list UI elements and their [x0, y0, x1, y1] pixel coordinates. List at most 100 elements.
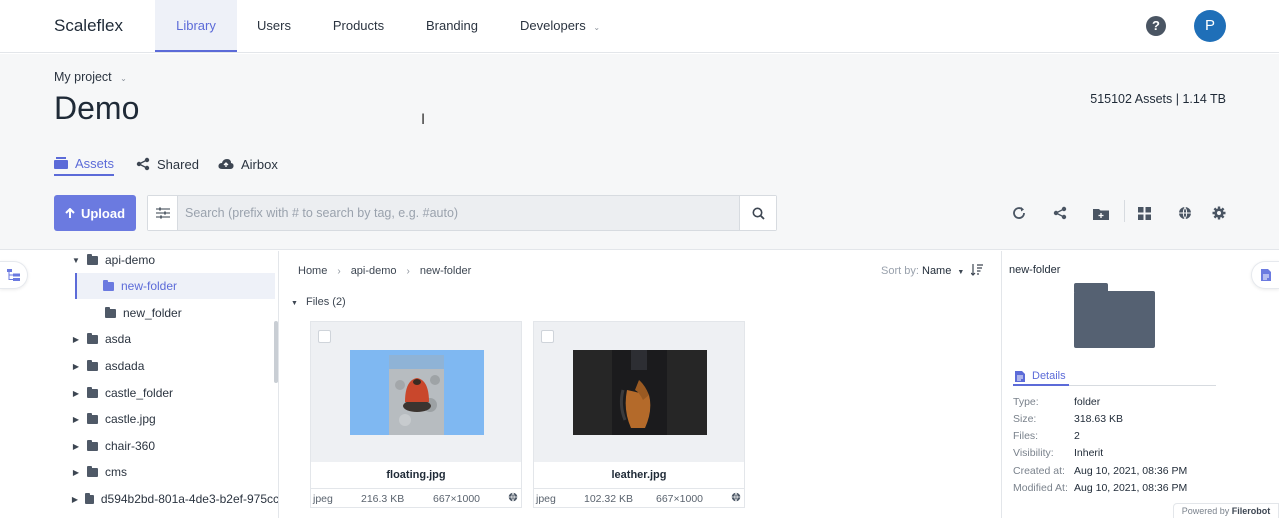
upload-arrow-icon: [65, 207, 75, 218]
asset-stats: 515102 Assets | 1.14 TB: [1090, 92, 1226, 106]
tree-item-label: cms: [105, 465, 127, 479]
file-thumbnail: [311, 322, 521, 462]
share-icon[interactable]: [1052, 205, 1068, 221]
details-toggle-icon[interactable]: [1251, 261, 1279, 289]
files-section-header[interactable]: ▼ Files (2): [291, 296, 346, 308]
tab-details-label: Details: [1032, 370, 1066, 382]
prop-type-label: Type:: [1013, 396, 1039, 408]
upload-button[interactable]: Upload: [54, 195, 136, 231]
powered-by-prefix: Powered by: [1181, 506, 1230, 516]
file-card[interactable]: leather.jpg jpeg 102.32 KB 667×1000: [533, 321, 745, 508]
breadcrumb-api-demo[interactable]: api-demo: [351, 265, 397, 277]
nav-tab-users[interactable]: Users: [244, 0, 304, 52]
nav-tab-developers[interactable]: Developers ⌄: [508, 0, 608, 52]
tree-item-castle-folder[interactable]: ▶ castle_folder: [33, 380, 275, 406]
folder-icon: [87, 439, 98, 451]
nav-tab-branding[interactable]: Branding: [414, 0, 490, 52]
file-size: 102.32 KB: [584, 493, 634, 505]
tree-toggle-icon[interactable]: [0, 261, 28, 289]
help-icon[interactable]: ?: [1146, 16, 1166, 36]
caret-right-icon[interactable]: ▶: [71, 442, 81, 451]
prop-modified-value: Aug 10, 2021, 08:36 PM: [1074, 482, 1188, 494]
select-checkbox[interactable]: [318, 330, 331, 343]
caret-right-icon[interactable]: ▶: [71, 495, 79, 504]
globe-icon[interactable]: [731, 492, 741, 505]
settings-icon[interactable]: [1211, 205, 1227, 221]
tree-item-new_folder[interactable]: new_folder: [33, 300, 275, 326]
subtab-assets[interactable]: Assets: [54, 152, 115, 176]
breadcrumb-new-folder[interactable]: new-folder: [420, 265, 471, 277]
subtab-shared[interactable]: Shared: [136, 152, 199, 176]
powered-by-brand: Filerobot: [1231, 506, 1271, 516]
file-meta: jpeg 102.32 KB 667×1000: [534, 488, 744, 508]
subtab-airbox[interactable]: Airbox: [218, 152, 278, 176]
left-rail: [0, 251, 33, 518]
tree-item-castle-jpg[interactable]: ▶ castle.jpg: [33, 406, 275, 432]
select-checkbox[interactable]: [541, 330, 554, 343]
tree-item-api-demo[interactable]: ▼ api-demo: [33, 251, 275, 273]
cloud-upload-icon: [218, 159, 234, 169]
breadcrumb-home[interactable]: Home: [298, 265, 327, 277]
prop-visibility-label: Visibility:: [1013, 447, 1054, 459]
tree-item-label: api-demo: [105, 253, 156, 267]
tab-details[interactable]: Details: [1013, 370, 1216, 386]
toolbar-divider: [1124, 200, 1125, 222]
tree-item-label: d594b2bd-801a-4de3-b2ef-975cc: [100, 492, 279, 506]
prop-type-value: folder: [1074, 396, 1101, 408]
image-preview: [573, 350, 707, 435]
brand-logo[interactable]: Scaleflex: [54, 16, 123, 36]
caret-right-icon[interactable]: ▶: [71, 468, 81, 477]
file-name: leather.jpg: [611, 469, 667, 481]
tree-item-label: new_folder: [123, 306, 182, 320]
nav-tab-products[interactable]: Products: [320, 0, 397, 52]
caret-down-icon[interactable]: ▼: [71, 256, 81, 265]
avatar[interactable]: P: [1194, 10, 1226, 42]
file-name: floating.jpg: [386, 469, 446, 481]
caret-right-icon[interactable]: ▶: [71, 362, 81, 371]
folder-icon: [105, 306, 116, 318]
tree-item-label: asdada: [105, 359, 145, 373]
grid-view-icon[interactable]: [1136, 205, 1152, 221]
caret-right-icon[interactable]: ▶: [71, 415, 81, 424]
powered-by-badge[interactable]: Powered by Filerobot: [1173, 503, 1279, 518]
tree-item-chair-360[interactable]: ▶ chair-360: [33, 433, 275, 459]
prop-created-label: Created at:: [1013, 465, 1065, 477]
file-browser: Home › api-demo › new-folder Sort by: Na…: [280, 251, 1000, 518]
folder-icon: [87, 465, 98, 477]
prop-size-value: 318.63 KB: [1074, 413, 1124, 425]
search-bar: Search (prefix with # to search by tag, …: [147, 195, 777, 231]
file-card[interactable]: floating.jpg jpeg 216.3 KB 667×1000: [310, 321, 522, 508]
refresh-icon[interactable]: [1011, 205, 1027, 221]
sort-label: Sort by:: [881, 265, 919, 277]
tree-item-asda[interactable]: ▶ asda: [33, 326, 275, 352]
text-cursor-icon: I: [421, 112, 426, 128]
folder-tree: ▼ api-demo new-folder new_folder ▶ asda …: [33, 251, 279, 518]
caret-right-icon[interactable]: ▶: [71, 389, 81, 398]
files-count-label: Files (2): [306, 296, 346, 308]
subtab-airbox-label: Airbox: [241, 156, 278, 172]
tree-item-asdada[interactable]: ▶ asdada: [33, 353, 275, 379]
sort-value: Name: [922, 265, 952, 277]
sort-order-icon[interactable]: [970, 264, 983, 279]
project-selector[interactable]: My project ⌄: [54, 70, 127, 84]
top-navigation: Scaleflex Library Users Products Brandin…: [0, 0, 1279, 53]
new-folder-icon[interactable]: [1093, 205, 1109, 221]
file-dimensions: 667×1000: [433, 493, 481, 505]
caret-down-icon: ▼: [291, 300, 298, 307]
sort-select[interactable]: Name ▼: [922, 265, 964, 277]
nav-tab-library[interactable]: Library: [155, 0, 237, 52]
tree-item-cms[interactable]: ▶ cms: [33, 459, 275, 485]
tree-item-d594b2bd[interactable]: ▶ d594b2bd-801a-4de3-b2ef-975cc: [33, 486, 279, 512]
tree-item-new-folder[interactable]: new-folder: [75, 273, 275, 299]
search-icon[interactable]: [739, 196, 776, 230]
filter-icon[interactable]: [148, 196, 178, 230]
folder-icon: [1074, 283, 1155, 348]
caret-right-icon[interactable]: ▶: [71, 335, 81, 344]
tree-item-label: chair-360: [105, 439, 156, 453]
prop-modified-label: Modified At:: [1013, 482, 1068, 494]
globe-icon[interactable]: [508, 492, 518, 505]
search-input[interactable]: Search (prefix with # to search by tag, …: [185, 206, 458, 220]
globe-icon[interactable]: [1177, 205, 1193, 221]
prop-created-value: Aug 10, 2021, 08:36 PM: [1074, 465, 1188, 477]
tree-scrollbar[interactable]: [274, 321, 278, 383]
